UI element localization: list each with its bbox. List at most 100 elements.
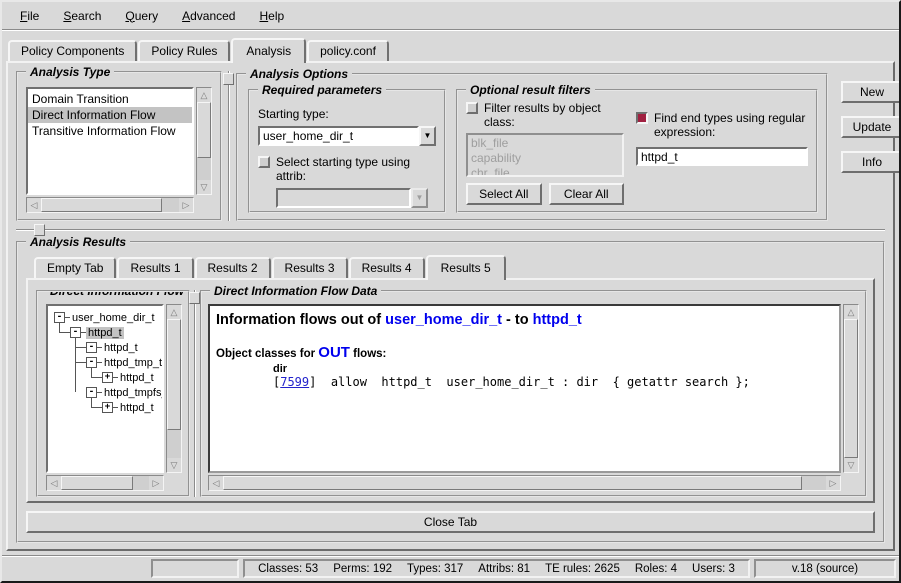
menu-bar: File Search Query Advanced Help: [2, 2, 899, 30]
splitter-handle[interactable]: [189, 292, 200, 304]
data-vscrollbar[interactable]: △ ▽: [843, 304, 859, 473]
data-hscrollbar[interactable]: ◁ ▷: [208, 475, 841, 491]
menu-search[interactable]: Search: [53, 6, 111, 26]
tree-node-httpd-t[interactable]: httpd_t: [118, 372, 156, 384]
tab-policy-components[interactable]: Policy Components: [8, 40, 137, 61]
scrollbar-thumb[interactable]: [167, 319, 181, 430]
tab-policy-conf[interactable]: policy.conf: [307, 40, 389, 61]
scroll-left-icon[interactable]: ◁: [47, 476, 61, 490]
scrollbar-track[interactable]: [197, 102, 211, 180]
scrollbar-track[interactable]: [41, 198, 179, 212]
analysis-type-item-transitive-information-flow[interactable]: Transitive Information Flow: [28, 123, 192, 139]
menu-file[interactable]: File: [10, 6, 49, 26]
tree-node-httpd-t[interactable]: httpd_t: [86, 327, 124, 339]
tree-data-splitter[interactable]: [190, 290, 200, 497]
results-splitter[interactable]: [16, 223, 885, 237]
analysis-type-item-direct-information-flow[interactable]: Direct Information Flow: [28, 107, 192, 123]
scroll-right-icon[interactable]: ▷: [179, 198, 193, 212]
scrollbar-thumb[interactable]: [197, 102, 211, 158]
scroll-left-icon[interactable]: ◁: [27, 198, 41, 212]
tree-node-httpd-t[interactable]: httpd_t: [102, 342, 140, 354]
tree-hscrollbar[interactable]: ◁ ▷: [46, 475, 164, 491]
tree-expander-icon[interactable]: -: [86, 357, 97, 368]
tab-policy-rules[interactable]: Policy Rules: [138, 40, 230, 61]
tab-results-5[interactable]: Results 5: [426, 255, 506, 280]
status-spacer: [5, 559, 147, 578]
regex-filter-group: Find end types using regularexpression:: [636, 101, 808, 205]
attrib-checkbox[interactable]: [258, 156, 270, 168]
regex-input[interactable]: [636, 147, 808, 166]
scroll-down-icon[interactable]: ▽: [844, 458, 858, 472]
stat-attribs: Attribs: 81: [478, 563, 530, 575]
splitter-handle[interactable]: [223, 73, 234, 85]
scrollbar-track[interactable]: [223, 476, 826, 490]
tree-expander-icon[interactable]: -: [70, 327, 81, 338]
stat-te-rules: TE rules: 2625: [545, 563, 620, 575]
tab-results-1[interactable]: Results 1: [117, 257, 193, 278]
object-class-filter-group: Filter results by object class: blk_file…: [466, 101, 624, 205]
filter-by-object-class-checkbox[interactable]: [466, 102, 478, 114]
analysis-type-hscrollbar[interactable]: ◁ ▷: [26, 197, 194, 213]
tree-expander-icon[interactable]: -: [86, 342, 97, 353]
tree-vscrollbar[interactable]: △ ▽: [166, 304, 182, 473]
results-tab-content: Direct Information Flow T: [26, 278, 875, 503]
required-parameters-title: Required parameters: [258, 83, 386, 97]
tree-node-httpd-tmp-t[interactable]: httpd_tmp_t: [102, 357, 164, 369]
scroll-down-icon[interactable]: ▽: [167, 458, 181, 472]
tab-results-3[interactable]: Results 3: [272, 257, 348, 278]
clear-all-button[interactable]: Clear All: [549, 183, 625, 205]
select-all-button[interactable]: Select All: [466, 183, 542, 205]
close-tab-button[interactable]: Close Tab: [26, 511, 875, 533]
scrollbar-track[interactable]: [167, 319, 181, 458]
starting-type-value[interactable]: user_home_dir_t: [258, 126, 419, 146]
attrib-checkbox-label: Select starting type using attrib:: [276, 155, 436, 183]
tree-expander-icon[interactable]: +: [102, 372, 113, 383]
menu-advanced[interactable]: Advanced: [172, 6, 245, 26]
update-button[interactable]: Update: [841, 116, 901, 138]
top-splitter[interactable]: [222, 71, 236, 221]
menu-help[interactable]: Help: [249, 6, 294, 26]
scrollbar-thumb[interactable]: [844, 319, 858, 458]
scrollbar-thumb[interactable]: [223, 476, 802, 490]
scroll-up-icon[interactable]: △: [844, 305, 858, 319]
find-end-types-regex-checkbox[interactable]: [636, 112, 648, 124]
tree-node-httpd-tmpfs-t[interactable]: httpd_tmpfs_t: [102, 387, 164, 399]
tree-expander-icon[interactable]: +: [102, 402, 113, 413]
optional-result-filters-panel: Optional result filters Filter results b…: [456, 89, 818, 213]
analysis-type-item-domain-transition[interactable]: Domain Transition: [28, 91, 192, 107]
scrollbar-thumb[interactable]: [61, 476, 133, 490]
tree-expander-icon[interactable]: -: [86, 387, 97, 398]
tree-node-httpd-t[interactable]: httpd_t: [118, 402, 156, 414]
scrollbar-thumb[interactable]: [41, 198, 162, 212]
tab-results-2[interactable]: Results 2: [195, 257, 271, 278]
stat-perms: Perms: 192: [333, 563, 392, 575]
scroll-down-icon[interactable]: ▽: [197, 180, 211, 194]
chevron-down-icon[interactable]: ▼: [419, 126, 436, 146]
starting-type-combobox[interactable]: user_home_dir_t ▼: [258, 126, 436, 146]
scroll-up-icon[interactable]: △: [167, 305, 181, 319]
tree-expander-icon[interactable]: -: [54, 312, 65, 323]
scroll-right-icon[interactable]: ▷: [149, 476, 163, 490]
te-rule-line: [7599] allow httpd_t user_home_dir_t : d…: [273, 375, 835, 389]
splitter-handle[interactable]: [34, 224, 45, 236]
analysis-type-title: Analysis Type: [26, 65, 114, 79]
rule-number-link[interactable]: 7599: [280, 375, 309, 389]
stat-roles: Roles: 4: [635, 563, 677, 575]
analysis-type-vscrollbar[interactable]: △ ▽: [196, 87, 212, 195]
tab-results-4[interactable]: Results 4: [349, 257, 425, 278]
tab-analysis[interactable]: Analysis: [231, 38, 306, 63]
action-button-column: New Update Info: [828, 71, 901, 221]
analysis-type-listbox: Domain Transition Direct Information Flo…: [26, 87, 194, 195]
scroll-left-icon[interactable]: ◁: [209, 476, 223, 490]
app-window: File Search Query Advanced Help Policy C…: [0, 0, 901, 583]
menu-query[interactable]: Query: [115, 6, 168, 26]
scrollbar-track[interactable]: [844, 319, 858, 458]
scroll-right-icon[interactable]: ▷: [826, 476, 840, 490]
scrollbar-track[interactable]: [61, 476, 149, 490]
info-button[interactable]: Info: [841, 151, 901, 173]
scroll-up-icon[interactable]: △: [197, 88, 211, 102]
tab-empty-tab[interactable]: Empty Tab: [34, 257, 116, 278]
tree-node-user-home-dir-t[interactable]: user_home_dir_t: [70, 312, 157, 324]
new-button[interactable]: New: [841, 81, 901, 103]
object-class-item: capability: [471, 151, 619, 166]
